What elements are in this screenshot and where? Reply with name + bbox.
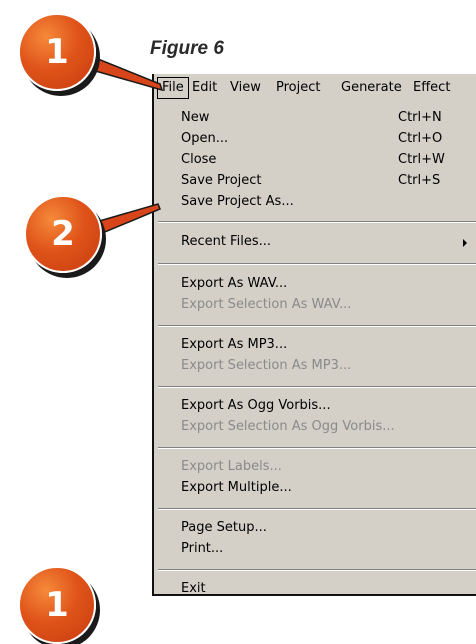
callout-number: 1 — [45, 585, 69, 625]
callout-pointers — [86, 53, 164, 236]
callout-1-pointer — [86, 53, 164, 92]
callout-number: 1 — [45, 32, 69, 72]
callout-2-pointer — [95, 203, 161, 236]
callout-badge-2: 2 — [24, 195, 102, 273]
callout-badge-1-bottom: 1 — [18, 566, 96, 644]
callout-badge-1: 1 — [18, 13, 96, 91]
callout-number: 2 — [51, 214, 75, 254]
